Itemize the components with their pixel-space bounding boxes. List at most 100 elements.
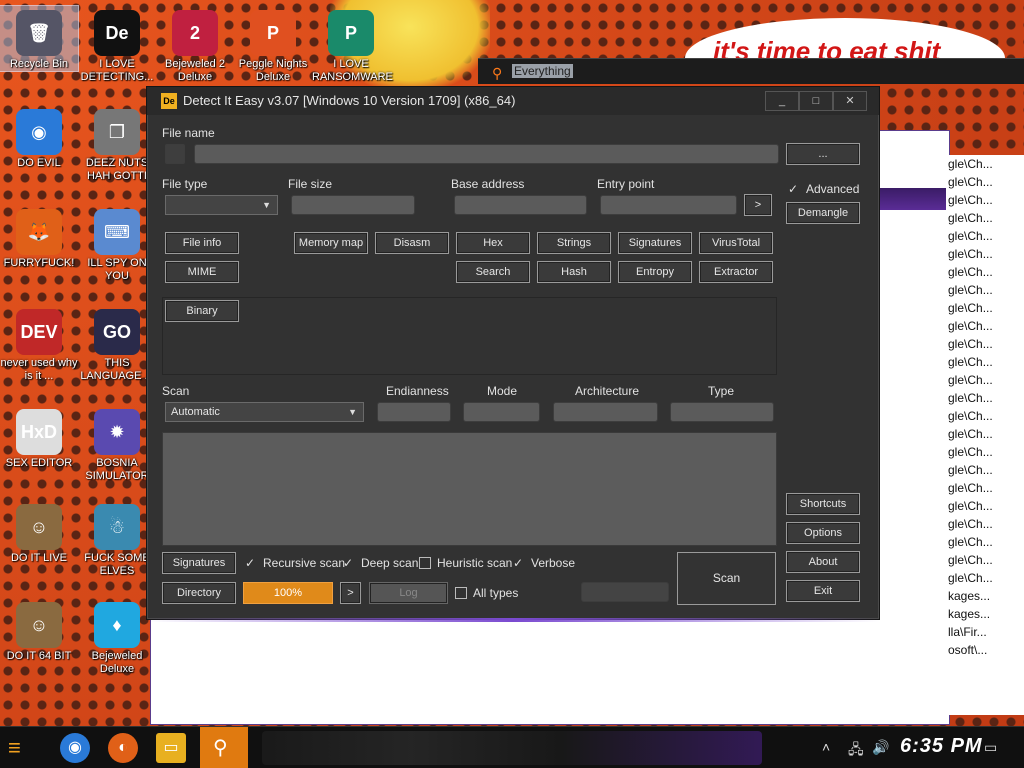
maximize-button[interactable]: □ <box>799 91 833 111</box>
desktop-icon[interactable]: 🦊 FURRYFUCK! <box>0 205 78 270</box>
list-item[interactable]: gle\Ch... <box>948 335 1024 353</box>
list-item[interactable]: gle\Ch... <box>948 443 1024 461</box>
desktop-icon[interactable]: GO THIS LANGUAGE ... <box>78 305 156 383</box>
list-item[interactable]: osoft\... <box>948 641 1024 659</box>
search-button[interactable]: Search <box>456 261 530 283</box>
desktop-icon[interactable]: PI LOVE RANSOMWARE <box>312 6 393 84</box>
strings-button[interactable]: Strings <box>537 232 611 254</box>
browse-button[interactable]: ... <box>786 143 860 165</box>
desktop-icon[interactable]: ☃ FUCK SOME ELVES <box>78 500 156 578</box>
file-explorer-icon[interactable]: ▭ <box>156 733 186 763</box>
scan-result-panel[interactable] <box>162 432 777 546</box>
list-item[interactable]: gle\Ch... <box>948 551 1024 569</box>
desktop-icon[interactable]: HxD SEX EDITOR <box>0 405 78 470</box>
desktop-icon[interactable]: ◉ DO EVIL <box>0 105 78 170</box>
verbose-checkbox[interactable]: ✓ Verbose <box>513 556 575 570</box>
list-item[interactable]: lla\Fir... <box>948 623 1024 641</box>
log-button[interactable]: Log <box>369 582 448 604</box>
desktop-icon[interactable]: 🗑 Recycle Bin <box>0 5 79 72</box>
list-item[interactable]: gle\Ch... <box>948 371 1024 389</box>
network-icon[interactable]: 🖧 <box>848 739 864 763</box>
recursive-scan-checkbox[interactable]: ✓ Recursive scan <box>245 556 345 570</box>
list-item[interactable]: gle\Ch... <box>948 515 1024 533</box>
desktop-icon[interactable]: ♦ Bejeweled Deluxe <box>78 598 156 676</box>
list-item[interactable]: gle\Ch... <box>948 263 1024 281</box>
desktop-icon[interactable]: ✹ BOSNIA SIMULATOR <box>78 405 156 483</box>
everything-titlebar[interactable]: ⚲ Everything <box>478 58 1024 84</box>
entropy-button[interactable]: Entropy <box>618 261 692 283</box>
everything-results-list[interactable]: gle\Ch... gle\Ch... gle\Ch... gle\Ch... gle\… <box>948 155 1024 715</box>
desktop-app-icon: DEV <box>16 309 62 355</box>
list-item[interactable]: gle\Ch... <box>948 407 1024 425</box>
everything-taskbar-button[interactable]: ⚲ <box>200 727 248 768</box>
disasm-button[interactable]: Disasm <box>375 232 449 254</box>
chevron-up-icon[interactable]: ˄ <box>822 739 830 755</box>
list-item[interactable]: gle\Ch... <box>948 281 1024 299</box>
heuristic-scan-checkbox[interactable]: Heuristic scan <box>419 556 512 570</box>
list-item[interactable]: gle\Ch... <box>948 173 1024 191</box>
exit-button[interactable]: Exit <box>786 580 860 602</box>
list-item[interactable]: gle\Ch... <box>948 227 1024 245</box>
minimize-button[interactable]: _ <box>765 91 799 111</box>
signatures-tool-button[interactable]: Signatures <box>618 232 692 254</box>
hex-button[interactable]: Hex <box>456 232 530 254</box>
scan-mode-select[interactable]: Automatic ▼ <box>165 402 364 422</box>
notifications-icon[interactable]: ▭ <box>984 739 997 756</box>
desktop-icon[interactable]: P Peggle Nights Deluxe <box>234 6 312 84</box>
list-item[interactable]: gle\Ch... <box>948 191 1024 209</box>
demangle-button[interactable]: Demangle <box>786 202 860 224</box>
file-name-input[interactable] <box>194 144 779 164</box>
list-item[interactable]: kages... <box>948 605 1024 623</box>
firefox-icon[interactable]: ◐ <box>108 733 138 763</box>
file-history-button[interactable] <box>165 144 185 164</box>
directory-button[interactable]: Directory <box>162 582 236 604</box>
memory-map-button[interactable]: Memory map <box>294 232 368 254</box>
list-item[interactable]: kages... <box>948 587 1024 605</box>
about-button[interactable]: About <box>786 551 860 573</box>
chrome-icon[interactable]: ◉ <box>60 733 90 763</box>
volume-icon[interactable]: 🔊 <box>872 739 889 756</box>
binary-node[interactable]: Binary <box>165 300 239 322</box>
list-item[interactable]: gle\Ch... <box>948 425 1024 443</box>
desktop-icon[interactable]: DEV never used why is it ... <box>0 305 78 383</box>
scan-button[interactable]: Scan <box>677 552 776 605</box>
die-titlebar[interactable]: De Detect It Easy v3.07 [Windows 10 Vers… <box>147 87 879 115</box>
list-item[interactable]: gle\Ch... <box>948 353 1024 371</box>
signatures-button[interactable]: Signatures <box>162 552 236 574</box>
next-button[interactable]: > <box>340 582 361 604</box>
list-item[interactable]: gle\Ch... <box>948 245 1024 263</box>
desktop-icon[interactable]: De I LOVE DETECTING... <box>78 6 156 84</box>
start-button[interactable]: ≡ <box>8 735 38 761</box>
file-info-button[interactable]: File info <box>165 232 239 254</box>
mime-button[interactable]: MIME <box>165 261 239 283</box>
shortcuts-button[interactable]: Shortcuts <box>786 493 860 515</box>
desktop-icon[interactable]: ⌨ ILL SPY ON YOU <box>78 205 156 283</box>
list-item[interactable]: gle\Ch... <box>948 461 1024 479</box>
desktop-icon[interactable]: ☺ DO IT 64 BIT <box>0 598 78 663</box>
close-button[interactable]: ✕ <box>833 91 867 111</box>
all-types-checkbox[interactable]: All types <box>455 586 518 600</box>
desktop-icon[interactable]: 2 Bejeweled 2 Deluxe <box>156 6 234 84</box>
list-item[interactable]: gle\Ch... <box>948 389 1024 407</box>
hash-button[interactable]: Hash <box>537 261 611 283</box>
deep-scan-checkbox[interactable]: ✓ Deep scan <box>343 556 418 570</box>
list-item[interactable]: gle\Ch... <box>948 497 1024 515</box>
entry-point-go-button[interactable]: > <box>744 194 772 216</box>
options-button[interactable]: Options <box>786 522 860 544</box>
entry-point-label: Entry point <box>597 177 655 191</box>
file-type-select[interactable]: ▼ <box>165 195 278 215</box>
list-item[interactable]: gle\Ch... <box>948 479 1024 497</box>
clock[interactable]: 6:35 PM <box>900 735 983 758</box>
desktop-icon[interactable]: ☺ DO IT LIVE <box>0 500 78 565</box>
list-item[interactable]: gle\Ch... <box>948 533 1024 551</box>
list-item[interactable]: gle\Ch... <box>948 317 1024 335</box>
entry-point-field <box>600 195 737 215</box>
advanced-checkbox[interactable]: ✓ Advanced <box>788 182 859 196</box>
list-item[interactable]: gle\Ch... <box>948 569 1024 587</box>
list-item[interactable]: gle\Ch... <box>948 299 1024 317</box>
extractor-button[interactable]: Extractor <box>699 261 773 283</box>
list-item[interactable]: gle\Ch... <box>948 209 1024 227</box>
desktop-icon[interactable]: ❐ DEEZ NUTS HAH GOTTI <box>78 105 156 183</box>
list-item[interactable]: gle\Ch... <box>948 155 1024 173</box>
virustotal-button[interactable]: VirusTotal <box>699 232 773 254</box>
